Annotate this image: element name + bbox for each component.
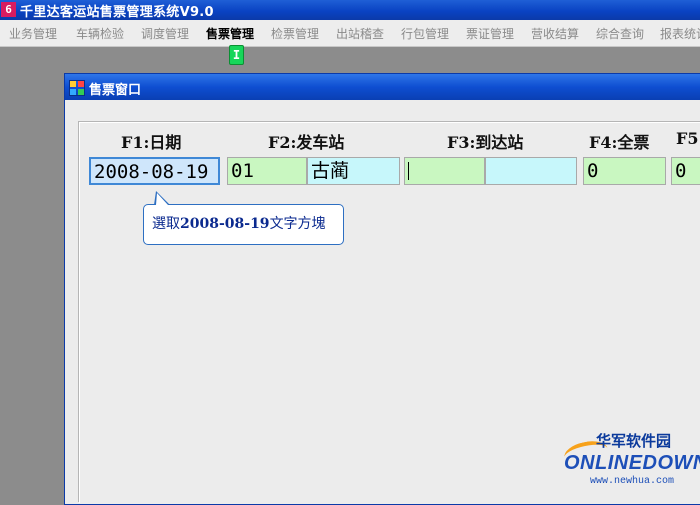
menu-item-luggage[interactable]: 行包管理 bbox=[401, 25, 449, 42]
menu-item-reports[interactable]: 报表统计 bbox=[660, 25, 700, 42]
label-f5: F5 bbox=[676, 129, 699, 148]
menu-item-vehicle-inspection[interactable]: 车辆检验 bbox=[76, 25, 124, 42]
arrive-station-code-input[interactable] bbox=[404, 157, 485, 185]
menu-item-exit-audit[interactable]: 出站稽查 bbox=[336, 25, 384, 42]
cursor-marker-icon: I bbox=[229, 45, 244, 65]
label-f4-full-ticket: F4:全票 bbox=[589, 133, 650, 152]
window-title: 售票窗口 bbox=[89, 83, 142, 98]
watermark-url: www.newhua.com bbox=[590, 476, 675, 487]
depart-station-code-input[interactable]: 01 bbox=[227, 157, 307, 185]
label-f3-arrive: F3:到达站 bbox=[447, 133, 524, 152]
full-ticket-input[interactable]: 0 bbox=[583, 157, 666, 185]
menu-item-ticket-sales[interactable]: 售票管理 bbox=[206, 25, 254, 42]
tooltip-date: 2008-08-19 bbox=[180, 216, 270, 232]
menu-item-revenue[interactable]: 营收结算 bbox=[531, 25, 579, 42]
menu-item-ticket-stock[interactable]: 票证管理 bbox=[466, 25, 514, 42]
text-caret bbox=[408, 162, 409, 180]
watermark-brand-en: ONLINEDOWN bbox=[564, 452, 700, 474]
watermark-brand-cn: 华军软件园 bbox=[596, 432, 672, 450]
watermark-logo: 华军软件园 ONLINEDOWN www.newhua.com bbox=[560, 428, 700, 500]
menu-item-ticket-check[interactable]: 检票管理 bbox=[271, 25, 319, 42]
window-titlebar[interactable]: 售票窗口 bbox=[65, 74, 700, 100]
date-input[interactable]: 2008-08-19 bbox=[89, 157, 220, 185]
app-title: 千里达客运站售票管理系统V9.0 bbox=[20, 5, 214, 20]
date-input-tooltip: 選取2008-08-19文字方塊 bbox=[143, 191, 344, 245]
menu-item-business[interactable]: 业务管理 bbox=[9, 25, 57, 42]
depart-station-name-input[interactable]: 古蔺 bbox=[307, 157, 400, 185]
menu-bar: 业务管理 车辆检验 调度管理 售票管理 检票管理 出站稽查 行包管理 票证管理 … bbox=[0, 20, 700, 47]
tooltip-prefix: 選取 bbox=[152, 216, 180, 232]
label-f1-date: F1:日期 bbox=[121, 133, 182, 152]
label-f2-depart: F2:发车站 bbox=[268, 133, 345, 152]
app-icon: 6 bbox=[1, 2, 16, 17]
f5-input[interactable]: 0 bbox=[671, 157, 700, 185]
window-icon bbox=[69, 80, 85, 96]
arrive-station-name-input[interactable] bbox=[485, 157, 577, 185]
menu-item-dispatch[interactable]: 调度管理 bbox=[141, 25, 189, 42]
tooltip-suffix: 文字方塊 bbox=[269, 216, 326, 232]
tooltip-tail bbox=[154, 191, 170, 205]
app-titlebar: 6 千里达客运站售票管理系统V9.0 bbox=[0, 0, 700, 20]
menu-item-query[interactable]: 综合查询 bbox=[596, 25, 644, 42]
